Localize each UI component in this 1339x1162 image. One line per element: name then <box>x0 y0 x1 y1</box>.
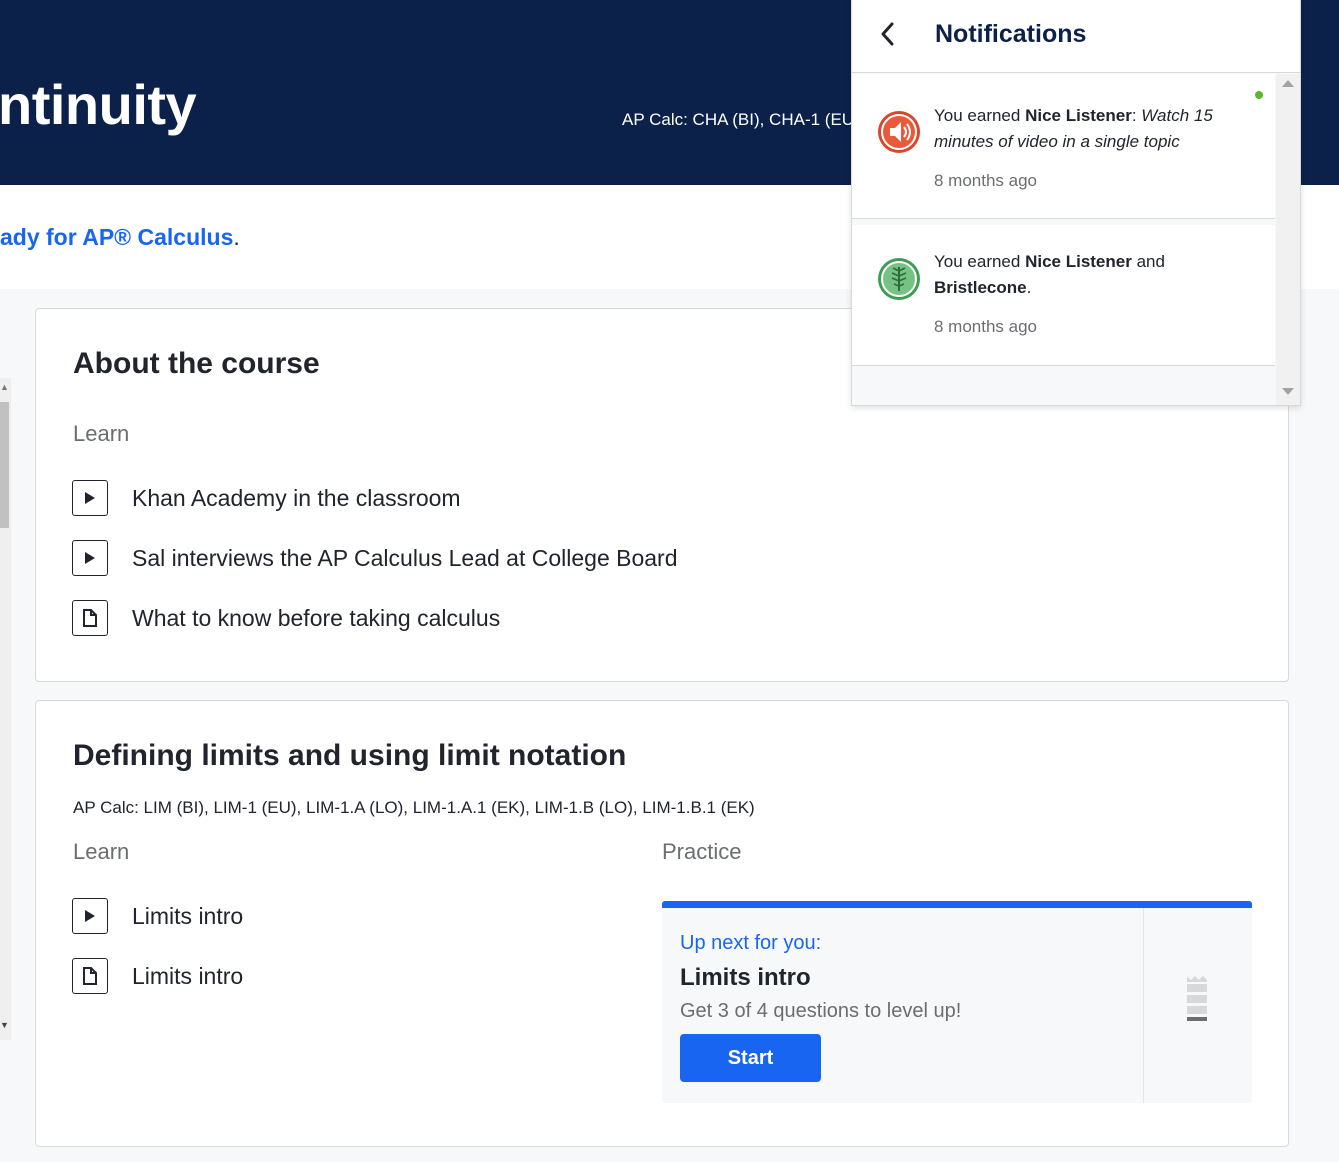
notifications-panel: Notifications You earned Nice Listener: … <box>851 0 1301 406</box>
notifications-title: Notifications <box>935 20 1087 48</box>
page-title: ntinuity <box>0 73 197 136</box>
notifications-header: Notifications <box>852 0 1300 73</box>
lesson-item[interactable]: Khan Academy in the classroom <box>72 480 461 516</box>
card-title: About the course <box>73 347 320 380</box>
scroll-up-arrow-icon[interactable] <box>1282 80 1294 87</box>
message-suffix: . <box>1026 278 1032 297</box>
lesson-label: Limits intro <box>132 962 244 989</box>
video-play-icon <box>72 540 108 576</box>
message-separator: : <box>1131 106 1142 125</box>
lesson-item[interactable]: What to know before taking calculus <box>72 600 500 636</box>
skill-level-tower-icon <box>1186 976 1208 1029</box>
scrollbar-thumb[interactable] <box>0 402 9 528</box>
badge-name: Nice Listener <box>1025 106 1132 125</box>
message-prefix: You earned <box>934 252 1026 271</box>
notification-time: 8 months ago <box>934 171 1038 190</box>
speaker-badge-icon <box>877 110 921 154</box>
bristlecone-badge-icon <box>877 257 921 301</box>
unit-card-limits: Defining limits and using limit notation… <box>35 700 1289 1147</box>
scroll-down-arrow-icon[interactable] <box>1282 388 1294 395</box>
notification-message: You earned Nice Listener: Watch 15 minut… <box>934 103 1234 155</box>
course-link[interactable]: ady for AP® Calculus <box>0 224 233 250</box>
article-icon <box>72 958 108 994</box>
badge-name: Bristlecone <box>934 278 1027 297</box>
notification-item[interactable]: You earned Nice Listener and Bristlecone… <box>852 225 1275 366</box>
message-conjunction: and <box>1131 252 1165 271</box>
chevron-left-icon[interactable] <box>876 20 900 48</box>
learn-label: Learn <box>73 421 130 446</box>
practice-label: Practice <box>662 839 742 864</box>
divider <box>1143 908 1144 1103</box>
lesson-label: Limits intro <box>132 902 244 929</box>
notification-message: You earned Nice Listener and Bristlecone… <box>934 249 1234 301</box>
lesson-item[interactable]: Limits intro <box>72 898 243 934</box>
scroll-up-arrow-icon[interactable]: ▲ <box>0 382 9 392</box>
standards-tags: AP Calc: LIM (BI), LIM-1 (EU), LIM-1.A (… <box>73 798 755 817</box>
notifications-scrollbar[interactable] <box>1276 74 1300 405</box>
up-next-practice-card: Up next for you: Limits intro Get 3 of 4… <box>662 901 1252 1103</box>
badge-name: Nice Listener <box>1025 252 1132 271</box>
up-next-label: Up next for you: <box>680 932 822 954</box>
article-icon <box>72 600 108 636</box>
lesson-item[interactable]: Limits intro <box>72 958 243 994</box>
lesson-label: Khan Academy in the classroom <box>132 484 461 511</box>
card-title: Defining limits and using limit notation <box>73 739 627 772</box>
unread-indicator <box>1255 91 1263 99</box>
video-play-icon <box>72 480 108 516</box>
learn-label: Learn <box>73 839 130 864</box>
hero-standards-tags: AP Calc: CHA (BI), CHA-1 (EU <box>622 110 855 129</box>
lesson-label: Sal interviews the AP Calculus Lead at C… <box>132 544 678 571</box>
practice-description: Get 3 of 4 questions to level up! <box>680 1000 962 1022</box>
lesson-label: What to know before taking calculus <box>132 604 501 631</box>
intro-text: ady for AP® Calculus. <box>0 224 240 251</box>
practice-title: Limits intro <box>680 964 811 991</box>
start-button[interactable]: Start <box>680 1034 821 1082</box>
scroll-down-arrow-icon[interactable]: ▼ <box>0 1020 9 1030</box>
notification-time: 8 months ago <box>934 317 1038 336</box>
lesson-item[interactable]: Sal interviews the AP Calculus Lead at C… <box>72 540 678 576</box>
intro-trailing: . <box>233 224 240 250</box>
left-scrollbar[interactable]: ▲ ▼ <box>0 378 11 1040</box>
video-play-icon <box>72 898 108 934</box>
notification-item[interactable]: You earned Nice Listener: Watch 15 minut… <box>852 74 1275 219</box>
message-prefix: You earned <box>934 106 1026 125</box>
